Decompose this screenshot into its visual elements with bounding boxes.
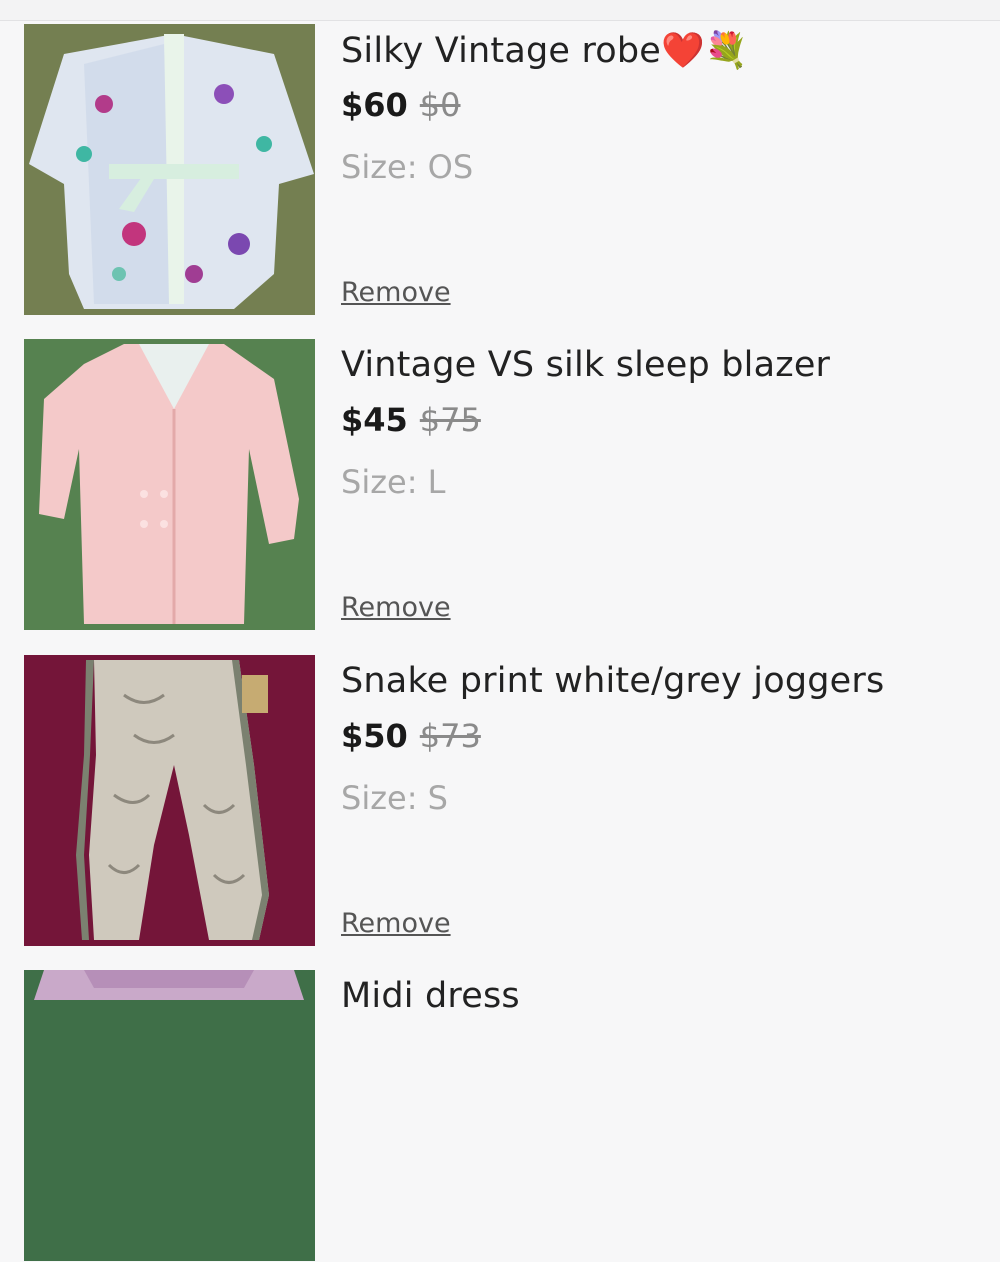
size-row: Size: S	[341, 779, 448, 817]
joggers-image	[24, 655, 315, 946]
size-value: S	[427, 779, 448, 817]
size-value: L	[427, 463, 446, 501]
product-image[interactable]	[24, 24, 315, 315]
item-info: Midi dress	[341, 970, 981, 1261]
dress-image	[24, 970, 315, 1261]
product-image[interactable]	[24, 970, 315, 1261]
item-original-price: $75	[419, 401, 481, 439]
item-price: $50	[341, 717, 408, 755]
item-original-price: $0	[419, 86, 461, 124]
item-title[interactable]: Silky Vintage robe❤️💐	[341, 30, 749, 71]
product-image[interactable]	[24, 339, 315, 630]
remove-link[interactable]: Remove	[341, 277, 451, 308]
cart-item: Vintage VS silk sleep blazer $45 $75 Size…	[0, 339, 1000, 631]
item-info: Snake print white/grey joggers $50 $73 Si…	[341, 655, 981, 946]
blazer-image	[24, 339, 315, 630]
robe-image	[24, 24, 315, 315]
item-original-price: $73	[419, 717, 481, 755]
item-price: $45	[341, 401, 408, 439]
item-info: Vintage VS silk sleep blazer $45 $75 Size…	[341, 339, 981, 630]
price-row: $45 $75	[341, 401, 481, 439]
product-image[interactable]	[24, 655, 315, 946]
item-info: Silky Vintage robe❤️💐 $60 $0 Size: OS Rem…	[341, 24, 981, 315]
size-label: Size:	[341, 148, 418, 186]
size-row: Size: OS	[341, 148, 473, 186]
price-row: $50 $73	[341, 717, 481, 755]
cart-item: Midi dress	[0, 970, 1000, 1262]
cart-item: Silky Vintage robe❤️💐 $60 $0 Size: OS Rem…	[0, 24, 1000, 316]
remove-link[interactable]: Remove	[341, 592, 451, 623]
item-price: $60	[341, 86, 408, 124]
top-bar	[0, 0, 1000, 21]
item-title[interactable]: Snake print white/grey joggers	[341, 661, 884, 701]
size-label: Size:	[341, 779, 418, 817]
item-title[interactable]: Midi dress	[341, 976, 520, 1016]
cart-item: Snake print white/grey joggers $50 $73 Si…	[0, 655, 1000, 947]
size-label: Size:	[341, 463, 418, 501]
price-row: $60 $0	[341, 86, 461, 124]
remove-link[interactable]: Remove	[341, 908, 451, 939]
size-row: Size: L	[341, 463, 445, 501]
size-value: OS	[427, 148, 474, 186]
item-title[interactable]: Vintage VS silk sleep blazer	[341, 345, 830, 385]
